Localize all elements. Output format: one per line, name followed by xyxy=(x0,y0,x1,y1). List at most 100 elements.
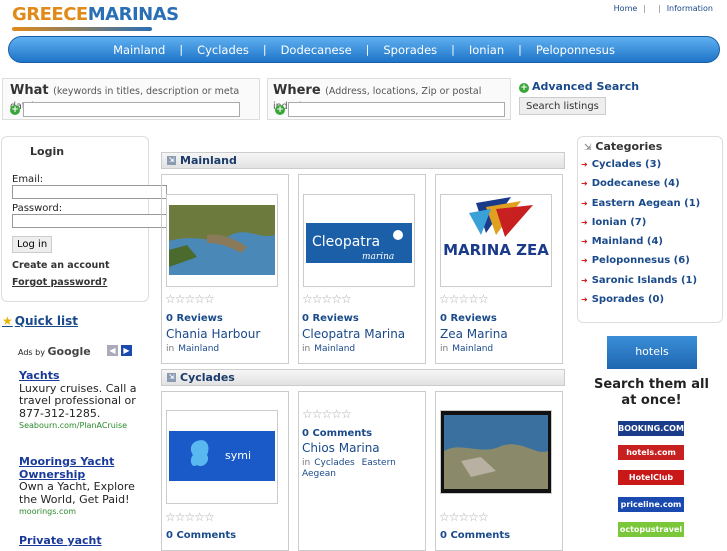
ad-prev-icon[interactable]: ◀ xyxy=(107,345,118,356)
category-item[interactable]: ➜ Peloponnesus (6) xyxy=(581,255,700,274)
rating-stars[interactable]: ☆☆☆☆☆ xyxy=(165,292,215,306)
category-item[interactable]: ➜ Dodecanese (4) xyxy=(581,178,700,197)
information-link[interactable]: Information xyxy=(667,4,713,13)
nav-cyclades[interactable]: Cyclades xyxy=(183,43,263,57)
category-label[interactable]: Peloponnesus (6) xyxy=(592,255,690,266)
add-icon[interactable]: + xyxy=(10,105,20,115)
listing-thumbnail[interactable]: Cleopatra marina xyxy=(303,194,415,287)
category-label[interactable]: Sporades (0) xyxy=(592,294,664,305)
symi-logo: symi xyxy=(167,411,277,503)
arrow-icon: ➜ xyxy=(581,275,588,285)
listing-title[interactable]: Cleopatra Marina xyxy=(302,327,405,341)
category-label[interactable]: Ionian (7) xyxy=(592,217,647,228)
nav-dodecanese[interactable]: Dodecanese xyxy=(267,43,366,57)
login-button[interactable]: Log in xyxy=(12,236,53,253)
ads-by-label: Ads by xyxy=(18,348,45,357)
rating-stars[interactable]: ☆☆☆☆☆ xyxy=(439,510,489,524)
password-field[interactable] xyxy=(12,214,167,228)
collapse-icon[interactable]: ⇲ xyxy=(167,373,176,382)
listing-category: in Mainland xyxy=(302,344,355,354)
login-title: Login xyxy=(30,145,65,158)
main-nav: Mainland | Cyclades | Dodecanese | Sporades… xyxy=(8,36,720,63)
listing-thumbnail[interactable]: symi xyxy=(166,410,278,504)
listing-title[interactable]: Chios Marina xyxy=(302,441,380,455)
categories-title: ⇲ Categories xyxy=(584,140,662,153)
hotels-combined-logo[interactable]: hotels combined xyxy=(607,336,697,389)
section-header-mainland: ⇲ Mainland xyxy=(161,152,565,169)
home-link[interactable]: Home xyxy=(614,4,638,13)
listing-category: in Mainland xyxy=(440,344,493,354)
review-count[interactable]: 0 Reviews xyxy=(302,313,359,324)
category-item[interactable]: ➜ Eastern Aegean (1) xyxy=(581,198,700,217)
hotels-tagline: Search them all at once! xyxy=(594,377,709,408)
logo-text-marinas: MARINAS xyxy=(87,4,179,25)
ads-by-google[interactable]: Ads by Google xyxy=(18,345,91,358)
category-link[interactable]: Cyclades xyxy=(314,458,355,468)
section-header-cyclades: ⇲ Cyclades xyxy=(161,369,565,386)
rating-stars[interactable]: ☆☆☆☆☆ xyxy=(165,510,215,524)
review-count[interactable]: 0 Comments xyxy=(440,530,510,541)
listing-thumbnail[interactable] xyxy=(440,410,552,494)
brand-booking[interactable]: BOOKING.COM xyxy=(618,421,684,436)
brand-octopus[interactable]: octopustravel xyxy=(618,522,684,537)
cleopatra-logo: Cleopatra marina xyxy=(304,195,414,286)
category-item[interactable]: ➜ Mainland (4) xyxy=(581,236,700,255)
where-input[interactable] xyxy=(288,102,505,117)
listing-title[interactable]: Zea Marina xyxy=(440,327,508,341)
forgot-password-link[interactable]: Forgot password? xyxy=(12,277,138,288)
rating-stars[interactable]: ☆☆☆☆☆ xyxy=(302,407,352,421)
in-label: in xyxy=(302,458,311,468)
nav-mainland[interactable]: Mainland xyxy=(99,43,179,57)
nav-sporades[interactable]: Sporades xyxy=(369,43,451,57)
nav-peloponnesus[interactable]: Peloponnesus xyxy=(522,43,629,57)
what-input[interactable] xyxy=(23,102,240,117)
category-link[interactable]: Mainland xyxy=(452,344,493,354)
ad-title[interactable]: Private yacht xyxy=(19,534,139,548)
collapse-icon[interactable]: ⇲ xyxy=(167,156,176,165)
review-count[interactable]: 0 Reviews xyxy=(440,313,497,324)
advanced-search-link[interactable]: + Advanced Search xyxy=(519,80,639,93)
quick-list-link[interactable]: ★ Quick list xyxy=(2,314,78,328)
brand-hotels[interactable]: hotels.com xyxy=(618,445,684,460)
review-count[interactable]: 0 Reviews xyxy=(166,313,223,324)
rating-stars[interactable]: ☆☆☆☆☆ xyxy=(439,292,489,306)
category-label[interactable]: Eastern Aegean (1) xyxy=(592,198,701,209)
category-item[interactable]: ➜ Ionian (7) xyxy=(581,217,700,236)
category-label[interactable]: Cyclades (3) xyxy=(592,159,661,170)
create-account-link[interactable]: Create an account xyxy=(12,260,138,271)
ad-url[interactable]: moorings.com xyxy=(19,506,139,519)
ad-next-icon[interactable]: ▶ xyxy=(121,345,132,356)
ad-item[interactable]: Yachts Luxury cruises. Call a travel pro… xyxy=(19,369,139,433)
what-box: What (keywords in titles, description or… xyxy=(2,78,260,120)
search-listings-button[interactable]: Search listings xyxy=(519,97,606,115)
category-label[interactable]: Dodecanese (4) xyxy=(592,178,680,189)
category-link[interactable]: Mainland xyxy=(178,344,219,354)
listing-thumbnail[interactable] xyxy=(166,194,278,287)
listing-thumbnail[interactable]: MARINA ZEA xyxy=(440,194,552,287)
brand-priceline[interactable]: priceline.com xyxy=(618,497,684,512)
logo-main-text: MARINA ZEA xyxy=(443,241,549,259)
add-icon[interactable]: + xyxy=(275,105,285,115)
review-count[interactable]: 0 Comments xyxy=(302,428,372,439)
review-count[interactable]: 0 Comments xyxy=(166,530,236,541)
ad-title[interactable]: Moorings Yacht Ownership xyxy=(19,455,139,481)
listing-title[interactable]: Chania Harbour xyxy=(166,327,260,341)
ad-item[interactable]: Moorings Yacht Ownership Own a Yacht, Ex… xyxy=(19,455,139,519)
email-field[interactable] xyxy=(12,185,167,199)
category-label[interactable]: Mainland (4) xyxy=(592,236,663,247)
star-icon: ★ xyxy=(2,314,13,328)
listing-category: in Mainland xyxy=(166,344,219,354)
ad-item[interactable]: Private yacht xyxy=(19,534,139,548)
section-title: Mainland xyxy=(180,154,237,167)
brand-hotelclub[interactable]: HotelClub xyxy=(618,470,684,485)
site-logo[interactable]: GREECEMARINAS xyxy=(12,4,179,38)
category-item[interactable]: ➜ Saronic Islands (1) xyxy=(581,275,700,294)
category-link[interactable]: Mainland xyxy=(314,344,355,354)
category-label[interactable]: Saronic Islands (1) xyxy=(592,275,697,286)
arrow-icon: ➜ xyxy=(581,256,588,266)
nav-ionian[interactable]: Ionian xyxy=(455,43,518,57)
category-item[interactable]: ➜ Sporades (0) xyxy=(581,294,700,313)
ad-url[interactable]: Seabourn.com/PlanACruise xyxy=(19,420,139,433)
category-item[interactable]: ➜ Cyclades (3) xyxy=(581,159,700,178)
rating-stars[interactable]: ☆☆☆☆☆ xyxy=(302,292,352,306)
